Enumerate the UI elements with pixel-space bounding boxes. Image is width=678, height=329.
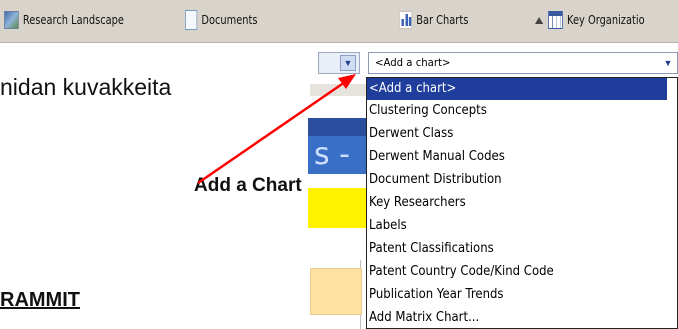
toolbar: Research Landscape Documents Bar Charts … [0,0,678,43]
dropdown-option-document-distribution[interactable]: Document Distribution [367,169,667,191]
toolbar-label: Research Landscape [22,13,124,27]
dropdown-option-patent-country-code[interactable]: Patent Country Code/Kind Code [367,261,667,283]
toolbar-item-research-landscape[interactable]: Research Landscape [4,10,124,30]
dropdown-option-publication-year-trends[interactable]: Publication Year Trends [367,284,667,306]
toolbar-item-bar-charts[interactable]: Bar Charts [399,10,468,30]
dropdown-option-patent-classifications[interactable]: Patent Classifications [367,238,667,260]
slide-text-line: nidan kuvakkeita [0,74,172,100]
dropdown-option-key-researchers[interactable]: Key Researchers [367,192,667,214]
add-chart-select-value: <Add a chart> [375,56,451,69]
toolbar-label: Documents [201,13,258,27]
callout-label: Add a Chart [194,175,302,196]
toolbar-item-documents[interactable]: Documents [185,10,258,30]
bar-chart-icon [399,11,413,29]
dropdown-option-clustering-concepts[interactable]: Clustering Concepts [367,100,667,122]
dropdown-option-derwent-class[interactable]: Derwent Class [367,123,667,145]
document-icon [185,10,198,30]
chevron-down-icon[interactable]: ▼ [340,55,356,71]
dropdown-option-add-matrix-chart[interactable]: Add Matrix Chart... [367,307,667,329]
dropdown-option-add-a-chart[interactable]: <Add a chart> [367,78,667,100]
background-peach-panel [310,268,362,315]
grid-icon [548,11,563,29]
background-title-bar [308,118,368,136]
toolbar-label: Bar Charts [416,13,469,27]
landscape-icon [4,11,19,29]
view-dropdown[interactable]: ▼ [318,52,360,74]
expand-triangle-icon[interactable] [535,16,544,24]
background-strip [310,84,368,96]
add-chart-dropdown-list: <Add a chart> Clustering Concepts Derwen… [366,77,678,329]
background-banner: s - [308,136,368,174]
toolbar-item-key-organizations[interactable]: Key Organizatio [535,10,645,30]
chevron-down-icon[interactable]: ▼ [659,53,677,73]
dropdown-option-derwent-manual-codes[interactable]: Derwent Manual Codes [367,146,667,168]
toolbar-label: Key Organizatio [566,13,645,27]
background-yellow-panel [308,188,368,228]
slide-heading: RAMMIT [0,289,80,311]
add-chart-select[interactable]: <Add a chart> ▼ [368,52,678,74]
dropdown-option-labels[interactable]: Labels [367,215,667,237]
